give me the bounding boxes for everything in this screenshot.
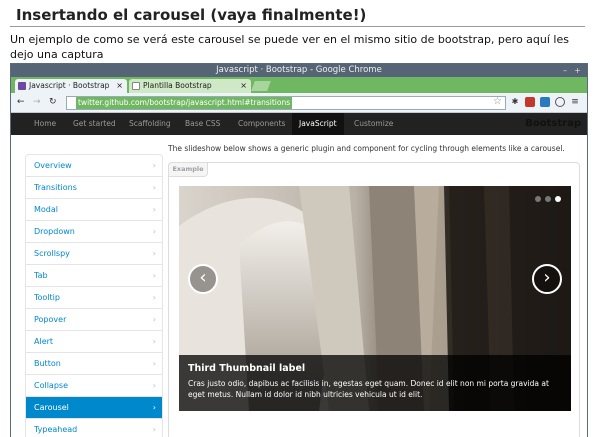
close-window-button[interactable]: +: [574, 64, 581, 77]
chevron-right-icon: ›: [152, 403, 156, 412]
carousel-caption-text: Cras justo odio, dapibus ac facilisis in…: [188, 379, 549, 399]
tab-label: Javascript · Bootstrap: [29, 81, 110, 90]
sidebar-item-overview[interactable]: Overview ›: [26, 155, 162, 177]
sidebar-item-label: Scrollspy: [34, 249, 70, 258]
sidebar-item-transitions[interactable]: Transitions ›: [26, 177, 162, 199]
browser-toolbar: ← → ↻ twitter.github.com/bootstrap/javas…: [11, 93, 587, 113]
tab-strip: Javascript · Bootstrap × Plantilla Boots…: [11, 77, 587, 93]
sidebar-item-modal[interactable]: Modal ›: [26, 199, 162, 221]
nav-home[interactable]: Home: [34, 113, 56, 135]
sidebar-item-popover[interactable]: Popover ›: [26, 309, 162, 331]
post-intro: Un ejemplo de como se verá este carousel…: [10, 33, 569, 61]
sidebar-item-label: Carousel: [34, 403, 69, 412]
bookmark-star-icon[interactable]: ☆: [493, 96, 502, 107]
sidebar-item-typeahead[interactable]: Typeahead ›: [26, 419, 162, 437]
sidebar-item-label: Tooltip: [34, 293, 60, 302]
window-titlebar: Javascript · Bootstrap - Google Chrome –…: [11, 64, 587, 77]
tab-label: Plantilla Bootstrap: [143, 81, 212, 90]
browser-screenshot: Javascript · Bootstrap - Google Chrome –…: [10, 63, 588, 437]
sidebar-item-button[interactable]: Button ›: [26, 353, 162, 375]
reload-icon[interactable]: ↻: [49, 96, 57, 108]
sidebar-item-label: Transitions: [34, 183, 77, 192]
chevron-right-icon: ›: [152, 337, 156, 346]
nav-scaffolding[interactable]: Scaffolding: [129, 113, 171, 135]
post-title: Insertando el carousel (vaya finalmente!…: [10, 4, 585, 27]
example-label: Example: [168, 162, 208, 177]
sidebar-item-label: Typeahead: [34, 425, 78, 434]
nav-customize[interactable]: Customize: [354, 113, 393, 135]
carousel: ‹ › Third Thumbnail label Cras justo odi…: [179, 186, 571, 411]
sidebar-item-tab[interactable]: Tab ›: [26, 265, 162, 287]
tab-javascript-bootstrap[interactable]: Javascript · Bootstrap ×: [15, 79, 127, 93]
sidebar-item-collapse[interactable]: Collapse ›: [26, 375, 162, 397]
page-favicon-icon: [132, 82, 140, 90]
sidebar-item-label: Popover: [34, 315, 67, 324]
chevron-right-icon: ›: [152, 381, 156, 390]
sidebar-nav: Overview › Transitions › Modal › Dropdown › …: [25, 154, 163, 437]
chevron-right-icon: ›: [152, 227, 156, 236]
settings-gear-icon[interactable]: ✱: [510, 97, 520, 107]
chevron-right-icon: ›: [152, 359, 156, 368]
chevron-right-icon: ›: [152, 271, 156, 280]
sidebar-item-label: Tab: [34, 271, 48, 280]
chevron-right-icon: ›: [152, 293, 156, 302]
wordpress-icon[interactable]: [555, 97, 565, 107]
bootstrap-brand[interactable]: Bootstrap: [525, 113, 581, 135]
post-title-text: Insertando el carousel (vaya finalmente!…: [16, 6, 367, 24]
carousel-caption-title: Third Thumbnail label: [188, 363, 306, 374]
back-arrow-icon[interactable]: ←: [17, 96, 25, 108]
nav-javascript[interactable]: JavaScript: [292, 113, 344, 135]
section-lead: The slideshow below shows a generic plug…: [168, 144, 565, 153]
sidebar-item-label: Alert: [34, 337, 54, 346]
url-text: twitter.github.com/bootstrap/javascript.…: [76, 97, 293, 109]
chevron-right-icon: ›: [152, 249, 156, 258]
close-tab-icon[interactable]: ×: [116, 79, 123, 93]
minimize-button[interactable]: –: [563, 64, 567, 77]
chevron-right-icon: ›: [152, 183, 156, 192]
carousel-indicator[interactable]: [545, 196, 551, 202]
chevron-right-icon: ›: [152, 425, 156, 434]
nav-base-css[interactable]: Base CSS: [185, 113, 220, 135]
sidebar-item-label: Collapse: [34, 381, 68, 390]
menu-icon[interactable]: ≡: [570, 97, 580, 107]
nav-get-started[interactable]: Get started: [73, 113, 116, 135]
extension-icon[interactable]: [525, 97, 535, 107]
sidebar-item-label: Modal: [34, 205, 58, 214]
sidebar-item-dropdown[interactable]: Dropdown ›: [26, 221, 162, 243]
close-tab-icon[interactable]: ×: [240, 79, 247, 93]
sidebar-item-scrollspy[interactable]: Scrollspy ›: [26, 243, 162, 265]
chevron-right-icon: ›: [152, 315, 156, 324]
sidebar-item-alert[interactable]: Alert ›: [26, 331, 162, 353]
sidebar-item-label: Overview: [34, 161, 72, 170]
sidebar-item-carousel[interactable]: Carousel ›: [26, 397, 162, 419]
extension-icon[interactable]: [540, 97, 550, 107]
window-title: Javascript · Bootstrap - Google Chrome: [216, 65, 382, 75]
chevron-right-icon: ›: [152, 161, 156, 170]
sidebar-item-tooltip[interactable]: Tooltip ›: [26, 287, 162, 309]
carousel-caption: Third Thumbnail label Cras justo odio, d…: [179, 355, 571, 411]
tab-plantilla-bootstrap[interactable]: Plantilla Bootstrap ×: [129, 79, 251, 93]
bootstrap-favicon-icon: [18, 82, 26, 90]
sidebar-item-label: Dropdown: [34, 227, 75, 236]
nav-components[interactable]: Components: [238, 113, 285, 135]
chevron-right-icon: ›: [152, 205, 156, 214]
carousel-prev-button[interactable]: ‹: [188, 264, 218, 294]
carousel-indicator-active[interactable]: [555, 196, 561, 202]
bootstrap-navbar: Home Get started Scaffolding Base CSS Co…: [11, 113, 587, 135]
address-bar[interactable]: twitter.github.com/bootstrap/javascript.…: [66, 96, 506, 110]
new-tab-button[interactable]: [251, 81, 271, 91]
carousel-indicator[interactable]: [535, 196, 541, 202]
sidebar-item-label: Button: [34, 359, 61, 368]
forward-arrow-icon[interactable]: →: [33, 96, 41, 108]
carousel-next-button[interactable]: ›: [532, 264, 562, 294]
